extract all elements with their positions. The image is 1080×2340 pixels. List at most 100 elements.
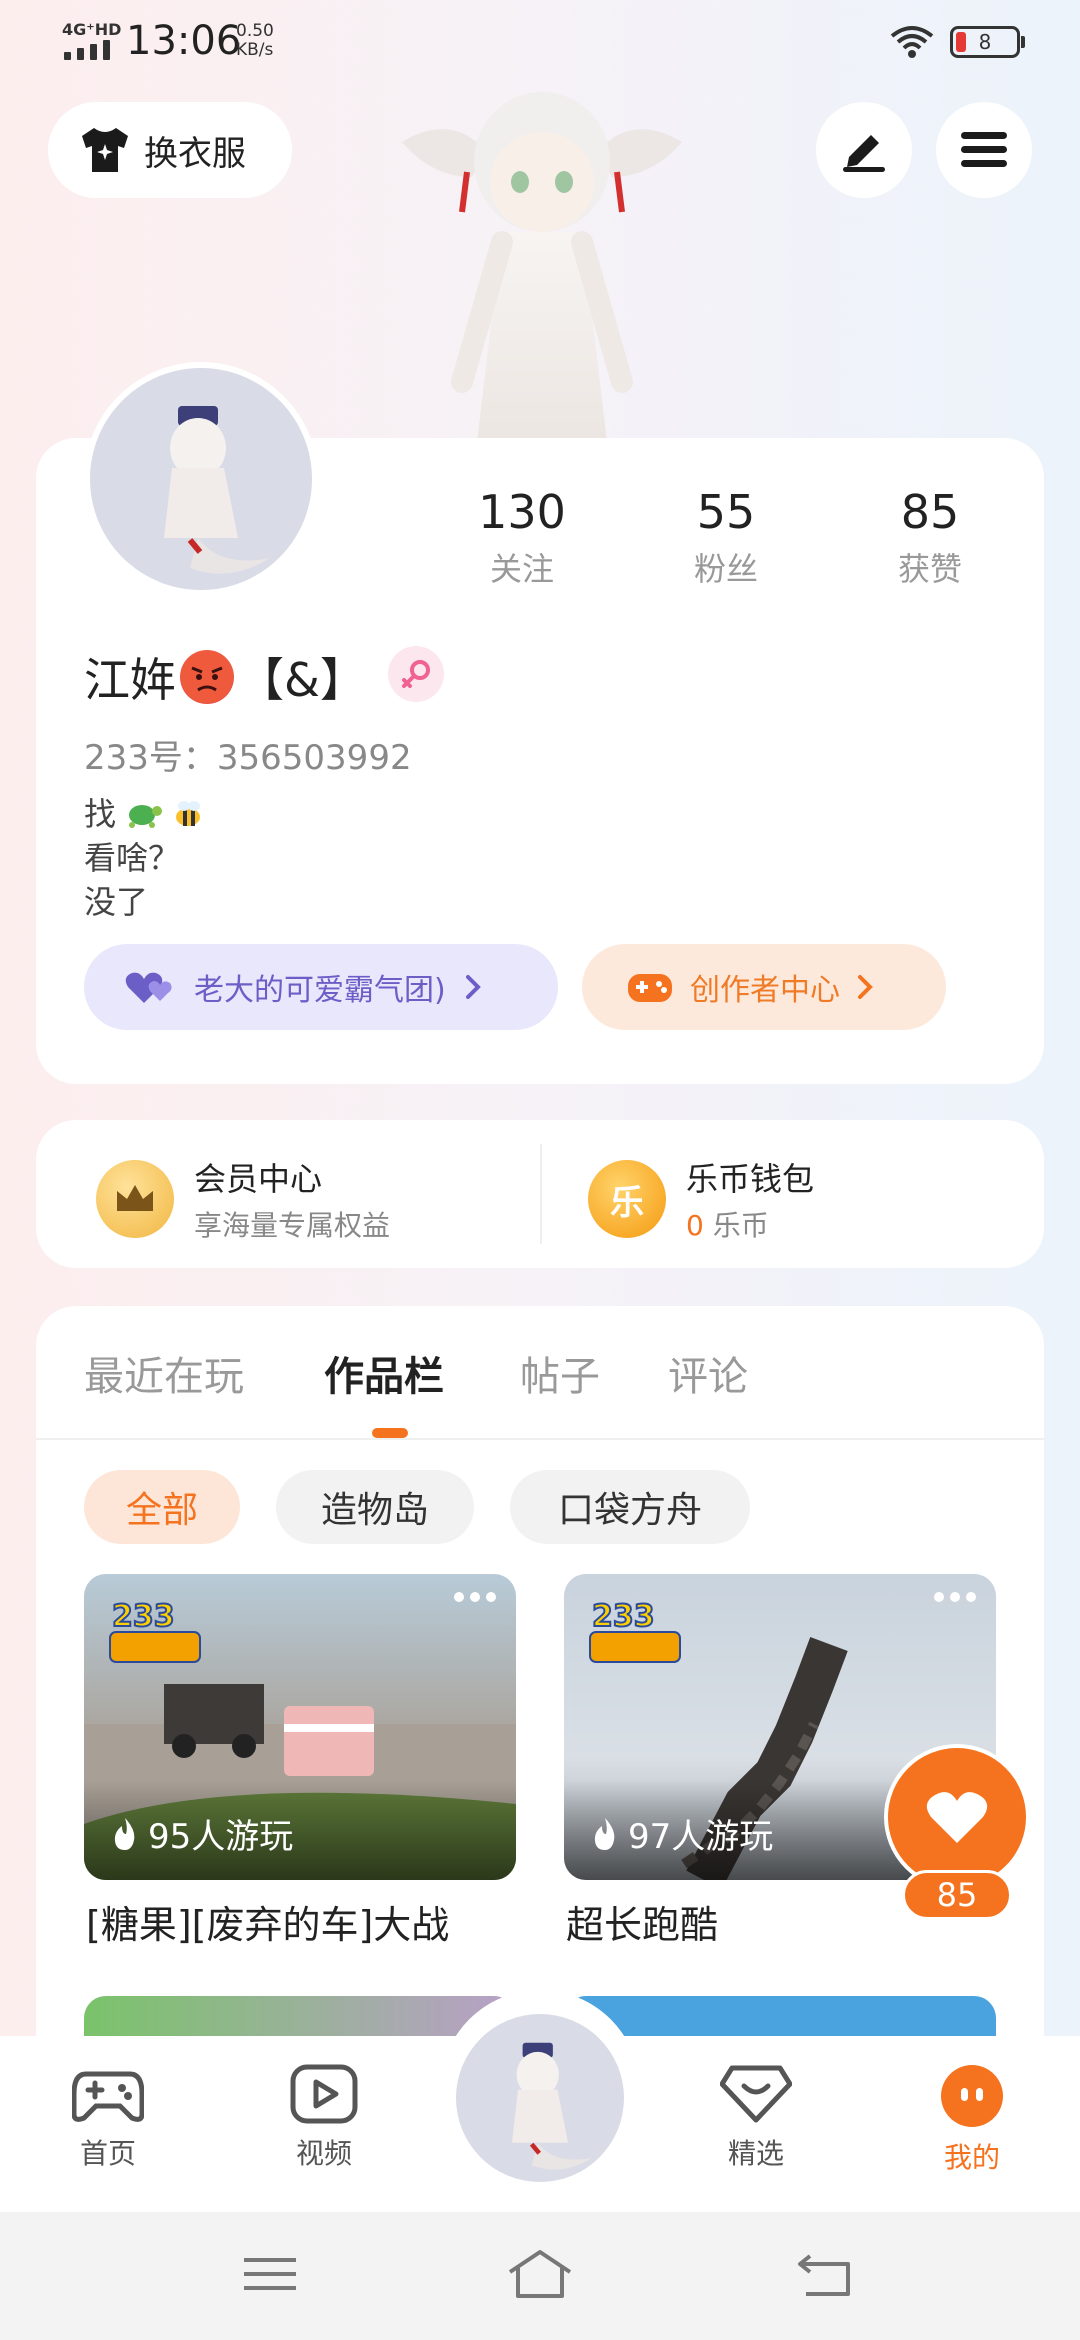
fan-group-button[interactable]: 老大的可爱霸气团) xyxy=(84,944,558,1030)
creator-center-button[interactable]: 创作者中心 xyxy=(582,944,946,1030)
stat-likes-value: 85 xyxy=(900,485,960,539)
nav-center-avatar[interactable] xyxy=(456,2014,624,2182)
wallet[interactable]: 乐 乐币钱包 0 乐币 xyxy=(588,1154,814,1244)
more-options-icon[interactable] xyxy=(934,1592,976,1602)
creation-island-logo: 233 xyxy=(106,1596,206,1668)
hearts-icon xyxy=(125,972,172,1003)
hamburger-icon xyxy=(961,132,1007,167)
username-suffix: 【&】 xyxy=(238,653,366,707)
svg-text:233: 233 xyxy=(112,1599,175,1634)
work-thumbnail-partial[interactable] xyxy=(84,1996,516,2036)
battery-level: 8 xyxy=(978,30,992,54)
avatar-figure xyxy=(512,2042,593,2170)
work-thumbnail-partial[interactable] xyxy=(564,1996,996,2036)
play-count-text: 95人游玩 xyxy=(148,1817,294,1857)
nav-video-label: 视频 xyxy=(295,2137,352,2170)
tab-works[interactable]: 作品栏 xyxy=(324,1344,444,1402)
edit-profile-button[interactable] xyxy=(816,102,912,198)
stat-fans-value: 55 xyxy=(696,485,756,539)
filter-creation-island[interactable]: 造物岛 xyxy=(276,1470,474,1544)
tab-divider xyxy=(36,1438,1044,1440)
tshirt-icon xyxy=(82,128,128,172)
home-icon[interactable] xyxy=(506,2248,574,2300)
nav-home[interactable]: 首页 xyxy=(38,2064,178,2172)
female-gender-icon xyxy=(388,646,444,702)
profile-face-icon xyxy=(941,2065,1003,2127)
stat-following-value: 130 xyxy=(478,485,566,539)
wallet-title: 乐币钱包 xyxy=(686,1160,815,1198)
avatar-figure xyxy=(164,406,270,574)
nav-featured[interactable]: 精选 xyxy=(686,2064,826,2172)
wallet-unit: 乐币 xyxy=(712,1209,769,1242)
work-thumbnail[interactable]: 233 95人游玩 xyxy=(84,1574,516,1880)
menu-button[interactable] xyxy=(936,102,1032,198)
crown-icon xyxy=(96,1160,174,1238)
pen-icon xyxy=(843,135,885,172)
stat-likes-label: 获赞 xyxy=(897,550,962,588)
svg-text:233: 233 xyxy=(592,1599,655,1634)
net-speed-value: 0.50 xyxy=(236,21,274,41)
heart-diamond-icon xyxy=(720,2065,792,2123)
tab-comments[interactable]: 评论 xyxy=(668,1344,748,1402)
stat-likes[interactable]: 85 获赞 xyxy=(840,484,1020,590)
change-outfit-button[interactable]: 换衣服 xyxy=(48,102,292,198)
nav-mine-label: 我的 xyxy=(943,2141,1000,2174)
recent-apps-icon[interactable] xyxy=(244,2254,296,2294)
stat-following-label: 关注 xyxy=(489,550,554,588)
clock: 13:06 xyxy=(126,18,242,64)
more-options-icon[interactable] xyxy=(454,1592,496,1602)
profile-avatar[interactable] xyxy=(84,362,318,596)
network-indicator: 4G⁺HD xyxy=(62,20,122,39)
chevron-right-icon xyxy=(465,975,481,999)
bee-emoji-icon xyxy=(176,801,201,826)
divider xyxy=(540,1144,542,1244)
nav-home-label: 首页 xyxy=(79,2137,136,2170)
wallet-balance: 0 乐币 xyxy=(686,1204,814,1244)
vip-center[interactable]: 会员中心 享海量专属权益 xyxy=(96,1154,390,1244)
nav-mine[interactable]: 我的 xyxy=(902,2064,1042,2176)
tab-active-indicator xyxy=(372,1428,408,1438)
flame-icon xyxy=(114,1817,135,1850)
play-count: 95人游玩 xyxy=(110,1809,293,1858)
signal-icon xyxy=(64,40,110,60)
username: 江姩 【&】 xyxy=(84,644,366,710)
nav-video[interactable]: 视频 xyxy=(254,2064,394,2172)
user-id: 233号：356503992 xyxy=(84,738,412,778)
fan-group-label: 老大的可爱霸气团) xyxy=(194,973,446,1008)
bio: 找 看啥？ 没了 xyxy=(84,792,208,924)
net-speed-unit: KB/s xyxy=(236,40,274,60)
work-title[interactable]: 超长跑酷 xyxy=(566,1894,718,1949)
tab-posts[interactable]: 帖子 xyxy=(520,1344,600,1402)
bio-line-1: 找 xyxy=(84,795,117,833)
stat-fans-label: 粉丝 xyxy=(693,550,758,588)
nav-featured-label: 精选 xyxy=(727,2137,784,2170)
vip-subtitle: 享海量专属权益 xyxy=(194,1209,391,1242)
gamepad-icon xyxy=(628,974,672,1002)
net-speed: 0.50 KB/s xyxy=(236,22,274,60)
flame-icon xyxy=(594,1817,615,1850)
stat-fans[interactable]: 55 粉丝 xyxy=(636,484,816,590)
back-icon[interactable] xyxy=(796,2250,852,2298)
heart-icon xyxy=(926,1792,988,1843)
coin-icon: 乐 xyxy=(588,1160,666,1238)
turtle-emoji-icon xyxy=(129,805,163,828)
wallet-amount: 0 xyxy=(686,1209,704,1242)
filter-pocket-ark[interactable]: 口袋方舟 xyxy=(510,1470,750,1544)
bio-line-2: 看啥？ xyxy=(84,839,181,877)
bio-line-3: 没了 xyxy=(84,883,149,921)
status-bar: 4G⁺HD 13:06 0.50 KB/s 8 xyxy=(0,0,1080,84)
tab-recently-played[interactable]: 最近在玩 xyxy=(84,1344,244,1402)
play-count-text: 97人游玩 xyxy=(628,1817,774,1857)
battery-icon: 8 xyxy=(950,26,1025,58)
stat-following[interactable]: 130 关注 xyxy=(432,484,612,590)
username-prefix: 江姩 xyxy=(84,653,176,707)
creator-center-label: 创作者中心 xyxy=(690,973,840,1008)
change-outfit-label: 换衣服 xyxy=(144,133,246,174)
gamepad-icon xyxy=(72,2071,144,2122)
play-count: 97人游玩 xyxy=(590,1809,773,1858)
like-button[interactable] xyxy=(884,1744,1030,1890)
angry-face-emoji xyxy=(180,650,234,704)
filter-all[interactable]: 全部 xyxy=(84,1470,240,1544)
play-icon xyxy=(290,2064,358,2124)
work-title[interactable]: [糖果][废弃的车]大战 xyxy=(86,1894,449,1949)
